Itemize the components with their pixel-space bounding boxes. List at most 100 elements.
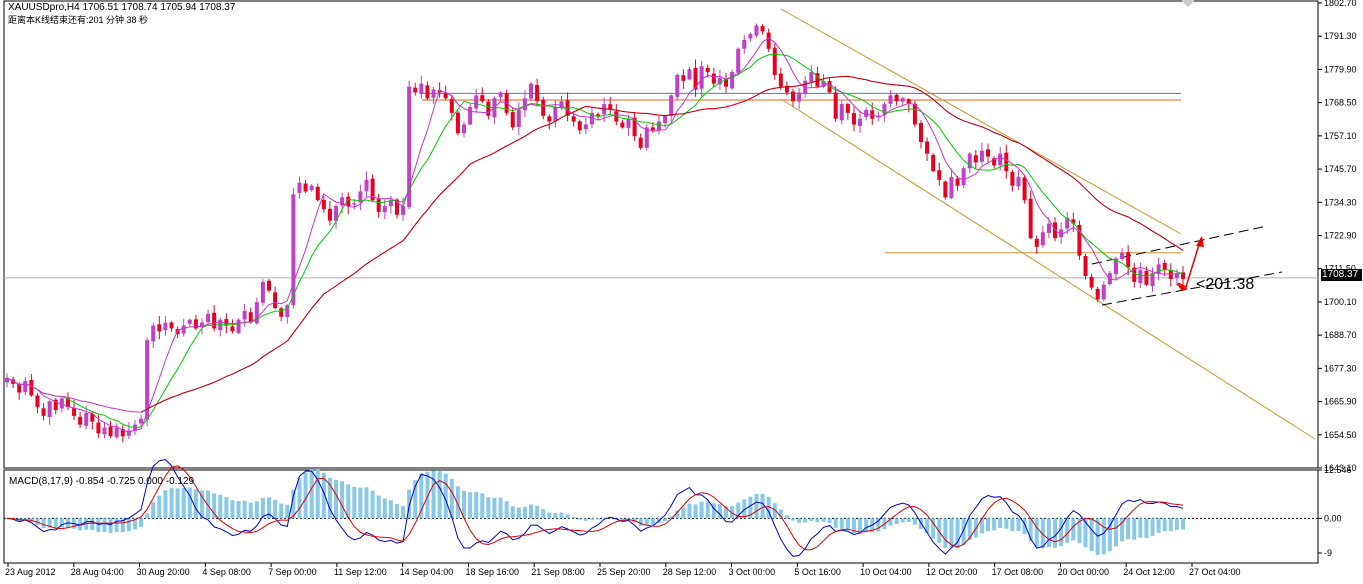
candle-bear — [912, 103, 917, 125]
candle-bull — [998, 153, 1003, 166]
candle-bear — [845, 103, 850, 113]
current-price-tag: 1708.37 — [1321, 269, 1362, 281]
candle-bull — [352, 203, 357, 205]
candle-bear — [1010, 172, 1015, 186]
price-tick-label: 1722.90 — [1324, 231, 1357, 241]
price-chart-canvas[interactable]: 1802.70 1791.30 1779.90 1768.50 1757.10 1745.… — [0, 0, 1363, 581]
macd-histogram-bar — [358, 487, 363, 519]
candle-bull — [669, 95, 674, 116]
price-tick-label: 1745.70 — [1324, 164, 1357, 174]
macd-histogram-bar — [376, 495, 381, 519]
macd-histogram-bar — [797, 518, 802, 523]
macd-histogram-bar — [309, 468, 314, 519]
candle-bull — [206, 313, 211, 323]
candle-bull — [1016, 176, 1021, 187]
candle-bear — [1168, 269, 1173, 279]
macd-histogram-bar — [425, 471, 430, 519]
macd-histogram-bar — [589, 518, 594, 520]
scroll-up-icon[interactable] — [1181, 0, 1195, 7]
candle-bear — [78, 416, 83, 425]
macd-histogram-bar — [1132, 518, 1137, 540]
candle-bear — [943, 181, 948, 198]
macd-tick-label: 12.546 — [1324, 465, 1352, 475]
candle-bear — [72, 408, 77, 416]
macd-histogram-bar — [1181, 518, 1185, 530]
macd-histogram-bar — [163, 490, 168, 519]
macd-histogram-bar — [1101, 518, 1106, 555]
candle-bull — [151, 325, 156, 342]
macd-histogram-bar — [364, 487, 369, 519]
macd-histogram-bar — [1071, 518, 1076, 541]
candle-bear — [413, 87, 418, 93]
price-tick-label: 1688.70 — [1324, 330, 1357, 340]
time-tick-label: 5 Oct 16:00 — [794, 567, 841, 577]
candle-bull — [522, 98, 527, 111]
macd-histogram-bar — [815, 518, 820, 522]
candle-bull — [309, 185, 314, 191]
candle-bear — [711, 73, 716, 84]
macd-histogram-bar — [486, 497, 491, 519]
candle-bull — [529, 83, 534, 99]
macd-tick-label: 0.00 — [1324, 513, 1342, 523]
chart-window[interactable]: 1802.70 1791.30 1779.90 1768.50 1757.10 1745.… — [0, 0, 1363, 581]
macd-histogram-bar — [1010, 518, 1015, 532]
macd-histogram-bar — [1126, 518, 1131, 540]
candle-bull — [675, 74, 680, 97]
macd-histogram-bar — [1059, 518, 1064, 547]
candle-bear — [35, 395, 40, 408]
candle-bull — [84, 412, 89, 426]
time-tick-label: 4 Sep 08:00 — [202, 567, 251, 577]
macd-histogram-bar — [784, 515, 789, 519]
macd-histogram-bar — [492, 497, 497, 519]
candle-bear — [212, 312, 217, 329]
time-tick-label: 21 Sep 08:00 — [531, 567, 585, 577]
macd-histogram-bar — [346, 484, 351, 519]
time-tick-label: 3 Oct 00:00 — [729, 567, 776, 577]
macd-histogram-bar — [998, 518, 1003, 529]
macd-label: MACD(8,17,9) -0.854 -0.725 0.000 -0.129 — [9, 476, 195, 487]
candle-bear — [1004, 152, 1009, 172]
macd-histogram-bar — [1150, 518, 1155, 536]
macd-histogram-bar — [96, 518, 101, 532]
candle-bull — [291, 194, 296, 306]
macd-histogram-bar — [303, 472, 308, 519]
candle-bear — [1089, 276, 1094, 288]
macd-histogram-bar — [224, 497, 229, 519]
candle-bear — [638, 137, 643, 148]
macd-histogram-bar — [1089, 518, 1094, 552]
macd-histogram-bar — [1138, 518, 1143, 538]
candle-bear — [315, 186, 320, 201]
candle-bear — [169, 322, 174, 329]
time-tick-label: 7 Sep 00:00 — [268, 567, 317, 577]
candle-bear — [108, 426, 113, 437]
macd-histogram-bar — [522, 506, 527, 519]
candle-bear — [894, 94, 899, 102]
macd-histogram-bar — [248, 502, 253, 519]
macd-histogram-bar — [394, 504, 399, 519]
candle-bear — [279, 308, 284, 317]
candle-bear — [596, 114, 601, 116]
candle-bear — [577, 121, 582, 131]
macd-histogram-bar — [687, 503, 692, 519]
macd-histogram-bar — [559, 512, 564, 519]
candle-bear — [925, 141, 930, 154]
macd-histogram-bar — [260, 497, 265, 519]
candle-bull — [754, 25, 759, 36]
time-tick-label: 18 Sep 16:00 — [465, 567, 519, 577]
macd-histogram-bar — [535, 505, 540, 519]
macd-histogram-bar — [961, 518, 966, 545]
candle-bear — [455, 112, 460, 134]
price-tick-label: 1802.70 — [1324, 0, 1357, 8]
macd-histogram-bar — [218, 494, 223, 519]
macd-histogram-bar — [1016, 518, 1021, 532]
candle-bull — [139, 418, 144, 424]
macd-histogram-bar — [1004, 518, 1009, 529]
macd-histogram-bar — [705, 501, 710, 519]
price-axis: 1802.70 1791.30 1779.90 1768.50 1757.10 1745.… — [1318, 0, 1357, 473]
candle-bear — [1095, 288, 1100, 300]
macd-histogram-bar — [906, 518, 911, 522]
candle-bull — [516, 109, 521, 127]
candle-bear — [918, 122, 923, 142]
price-tick-label: 1677.30 — [1324, 363, 1357, 373]
macd-histogram-bar — [900, 518, 905, 523]
